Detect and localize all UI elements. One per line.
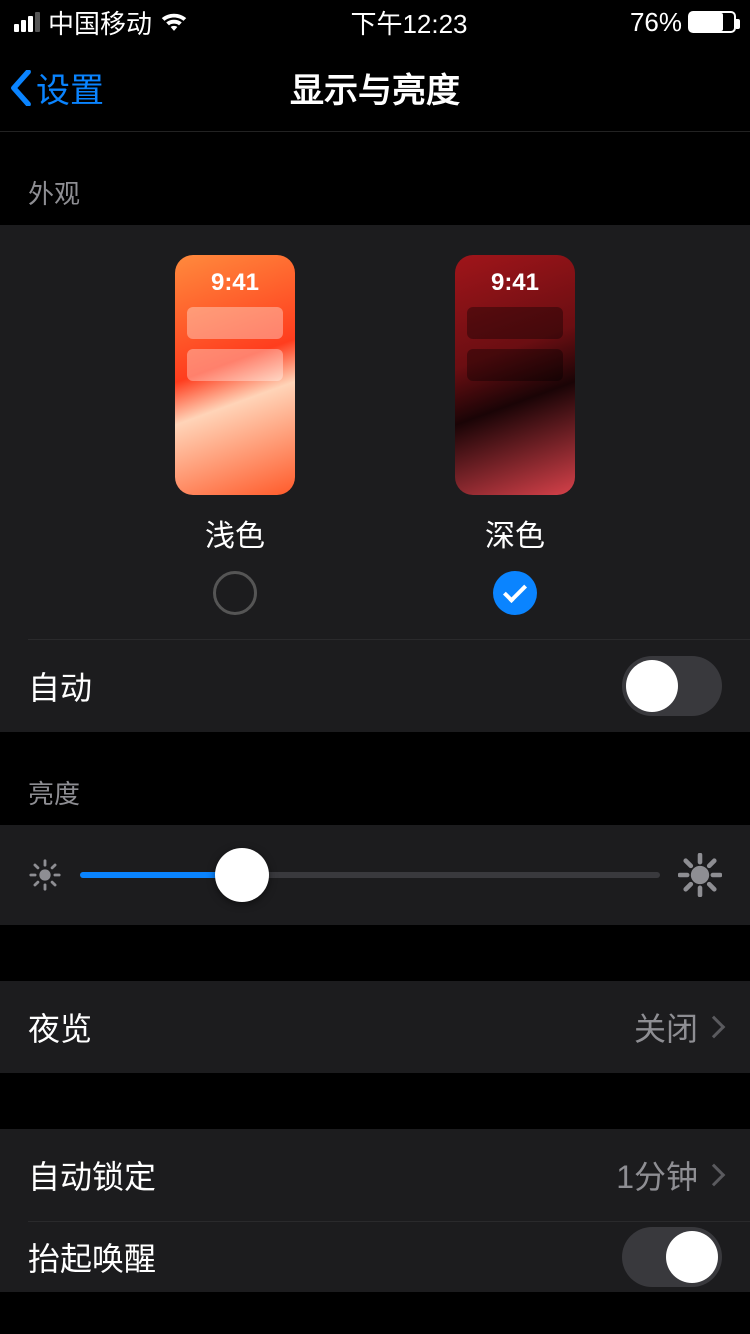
brightness-slider[interactable] (80, 872, 660, 878)
nav-bar: 设置 显示与亮度 (0, 44, 750, 132)
lock-group: 自动锁定 1分钟 抬起唤醒 (0, 1129, 750, 1292)
status-bar: 中国移动 下午12:23 76% (0, 0, 750, 44)
gap (0, 1073, 750, 1129)
gap (0, 925, 750, 981)
battery-percent: 76% (630, 7, 682, 38)
chevron-right-icon (703, 1016, 726, 1039)
night-shift-label: 夜览 (28, 1004, 92, 1050)
row-raise-to-wake[interactable]: 抬起唤醒 (0, 1222, 750, 1292)
page-title: 显示与亮度 (0, 63, 750, 112)
auto-lock-value-text: 1分钟 (616, 1152, 698, 1198)
toggle-knob (666, 1231, 718, 1283)
radio-light[interactable] (213, 571, 257, 615)
brightness-group (0, 825, 750, 925)
slider-thumb[interactable] (215, 848, 269, 902)
preview-time: 9:41 (175, 269, 295, 297)
chevron-left-icon (10, 70, 32, 106)
auto-toggle[interactable] (622, 656, 722, 716)
status-time: 下午12:23 (350, 4, 467, 41)
radio-dark[interactable] (493, 571, 537, 615)
sun-min-icon (28, 858, 62, 892)
back-label: 设置 (36, 63, 104, 112)
auto-lock-value: 1分钟 (616, 1152, 722, 1198)
preview-widget (467, 307, 563, 339)
brightness-row (0, 825, 750, 925)
raise-to-wake-label: 抬起唤醒 (28, 1234, 156, 1280)
preview-time: 9:41 (455, 269, 575, 297)
status-left: 中国移动 (14, 4, 188, 41)
section-header-brightness: 亮度 (0, 732, 750, 825)
theme-label-dark: 深色 (485, 511, 545, 555)
sun-max-icon (678, 853, 722, 897)
section-header-appearance: 外观 (0, 132, 750, 225)
auto-lock-label: 自动锁定 (28, 1152, 156, 1198)
theme-option-dark[interactable]: 9:41 深色 (455, 255, 575, 615)
preview-dark: 9:41 (455, 255, 575, 495)
carrier-label: 中国移动 (48, 4, 152, 41)
preview-widget (187, 307, 283, 339)
theme-label-light: 浅色 (205, 511, 265, 555)
preview-widget (467, 349, 563, 381)
raise-to-wake-toggle[interactable] (622, 1227, 722, 1287)
appearance-group: 9:41 浅色 9:41 深色 自动 (0, 225, 750, 732)
theme-option-light[interactable]: 9:41 浅色 (175, 255, 295, 615)
toggle-knob (626, 660, 678, 712)
row-night-shift[interactable]: 夜览 关闭 (0, 981, 750, 1073)
preview-widget (187, 349, 283, 381)
wifi-icon (160, 12, 188, 32)
chevron-right-icon (703, 1164, 726, 1187)
preview-light: 9:41 (175, 255, 295, 495)
status-right: 76% (630, 7, 736, 38)
auto-label: 自动 (28, 663, 92, 709)
night-shift-value: 关闭 (634, 1004, 722, 1050)
night-shift-group: 夜览 关闭 (0, 981, 750, 1073)
signal-icon (14, 12, 40, 32)
battery-icon (688, 11, 736, 33)
row-auto-appearance[interactable]: 自动 (0, 640, 750, 732)
back-button[interactable]: 设置 (0, 63, 104, 112)
row-auto-lock[interactable]: 自动锁定 1分钟 (0, 1129, 750, 1221)
night-shift-value-text: 关闭 (634, 1004, 698, 1050)
appearance-options: 9:41 浅色 9:41 深色 (0, 225, 750, 639)
checkmark-icon (503, 579, 527, 603)
